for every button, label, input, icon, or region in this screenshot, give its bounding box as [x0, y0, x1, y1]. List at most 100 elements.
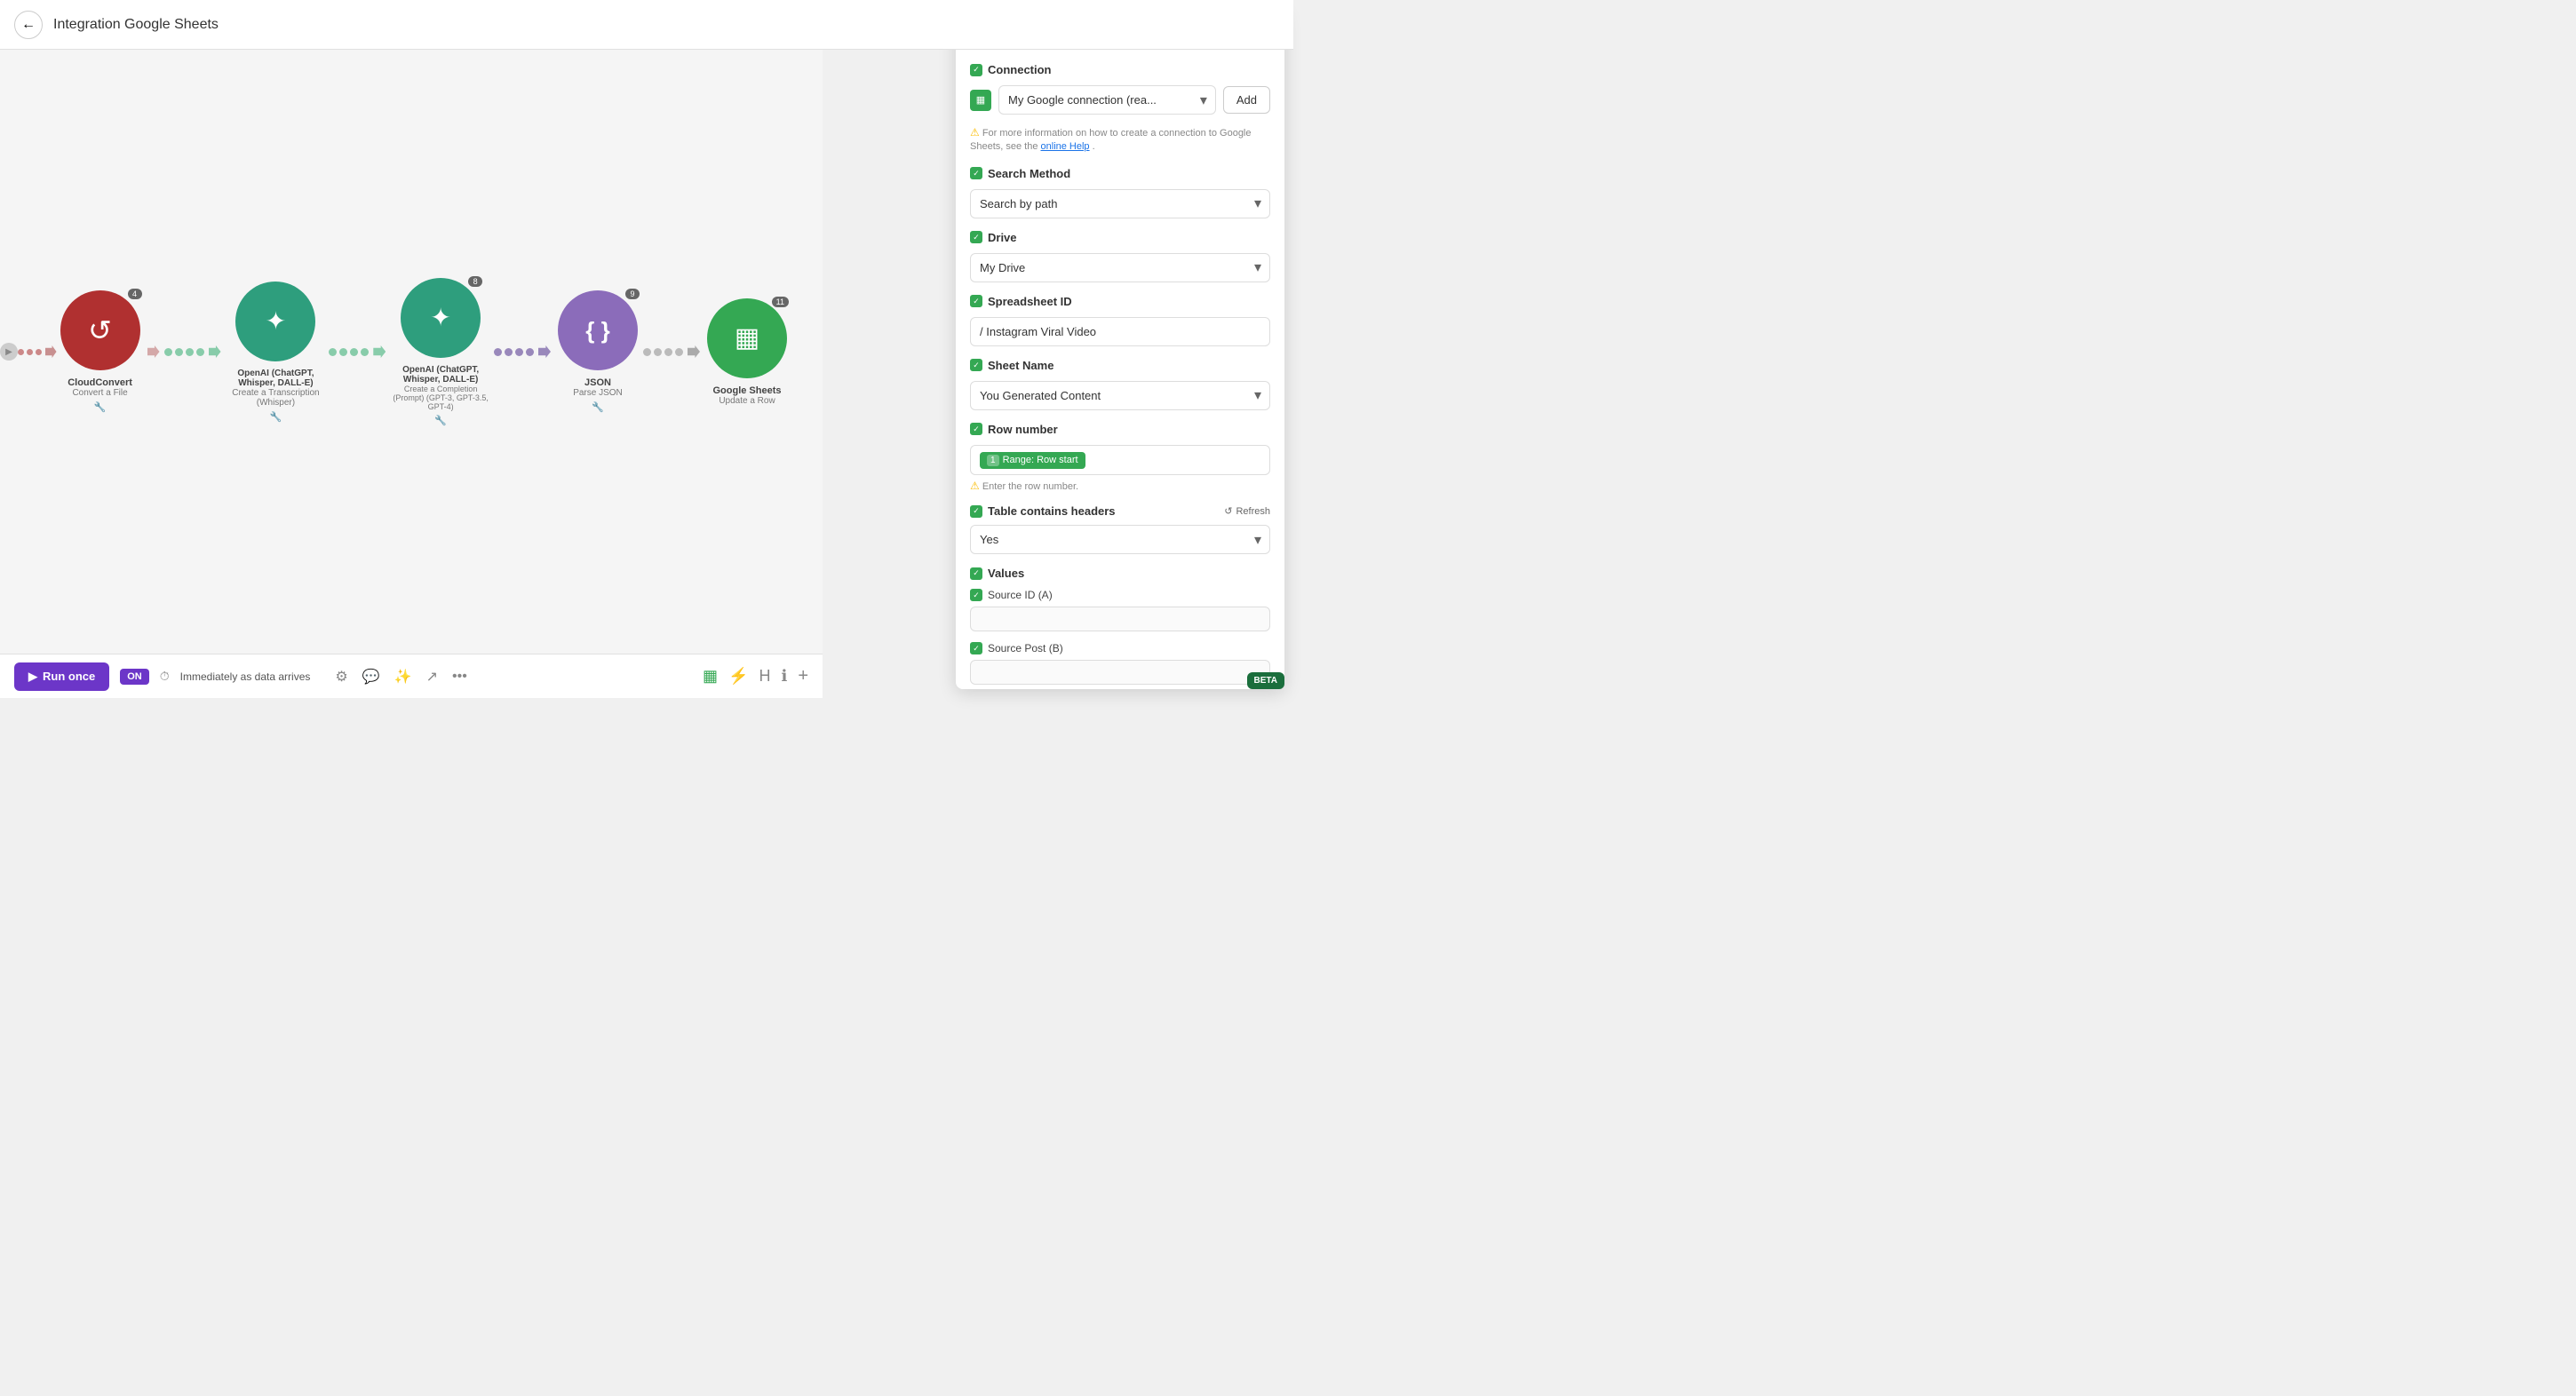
source-post-checkbox[interactable]: [970, 642, 982, 654]
online-help-link[interactable]: online Help: [1041, 141, 1090, 152]
source-id-input[interactable]: [970, 607, 1270, 631]
node-json[interactable]: { } 9 JSON Parse JSON 🔧: [558, 290, 638, 413]
dot: [675, 348, 683, 356]
schedule-label: Immediately as data arrives: [180, 670, 311, 683]
gear-icon[interactable]: ⚙: [335, 668, 347, 686]
schedule-icon: ⏱: [160, 669, 170, 684]
spreadsheet-input[interactable]: [970, 317, 1270, 346]
arrow-connector: [45, 345, 57, 358]
node-label-cloudconvert: CloudConvert: [68, 377, 132, 388]
node-label-openai1: OpenAI (ChatGPT, Whisper, DALL-E): [228, 369, 324, 388]
node-badge-cloudconvert: 4: [128, 289, 142, 299]
wrench-openai2: 🔧: [434, 415, 447, 426]
spreadsheet-section-header: Spreadsheet ID: [970, 295, 1270, 308]
play-icon: ▶: [28, 670, 37, 684]
google-sheets-panel: ▦ Google Sheets ⋮ ⤢ ? ✕ Connection ▦ My …: [956, 9, 1284, 689]
back-button[interactable]: ←: [14, 11, 43, 39]
row-number-checkbox[interactable]: [970, 423, 982, 435]
magic-icon[interactable]: ✨: [394, 668, 412, 686]
value-row-source-post: Source Post (B): [970, 642, 1270, 685]
add-connection-button[interactable]: Add: [1223, 86, 1270, 114]
bottom-toolbar: ▶ Run once ON ⏱ Immediately as data arri…: [0, 654, 823, 698]
source-post-input[interactable]: [970, 660, 1270, 685]
row-number-field: 1 Range: Row start ⚠ Enter the row numbe…: [970, 445, 1270, 494]
sheet-name-select[interactable]: You Generated Content: [970, 381, 1270, 410]
arrow-c5: [538, 345, 551, 358]
refresh-icon: ↺: [1224, 505, 1232, 517]
connection-select-wrapper: My Google connection (rea...: [998, 85, 1216, 115]
sheets-icon[interactable]: ▦: [703, 667, 718, 686]
row-number-section-header: Row number: [970, 423, 1270, 436]
search-method-title: Search Method: [988, 167, 1070, 180]
node-google-sheets[interactable]: ▦ 11 Google Sheets Update a Row: [707, 298, 787, 406]
values-checkbox[interactable]: [970, 567, 982, 580]
gsheets-icon: ▦: [735, 322, 759, 353]
dots-3: [329, 345, 387, 358]
dot: [36, 349, 42, 355]
right-toolbar-icons: ▦ ⚡ H ℹ +: [703, 666, 808, 686]
dots-2: [146, 345, 223, 358]
source-post-label: Source Post (B): [988, 642, 1063, 654]
drive-section-header: Drive: [970, 231, 1270, 244]
values-title: Values: [988, 567, 1024, 580]
table-headers-select[interactable]: Yes: [970, 525, 1270, 554]
dot: [164, 348, 172, 356]
workflow-canvas: ▶ ↺ 4 CloudConvert Convert a File 🔧: [0, 50, 823, 654]
values-section-header: Values: [970, 567, 1270, 580]
table-headers-checkbox[interactable]: [970, 505, 982, 518]
node-circle-openai1: ✦: [235, 282, 315, 361]
gs-icon-conn: ▦: [970, 90, 991, 111]
drive-field: My Drive: [970, 253, 1270, 282]
refresh-button[interactable]: ↺ Refresh: [1224, 505, 1270, 517]
info-icon[interactable]: ℹ: [781, 667, 787, 686]
source-id-checkbox[interactable]: [970, 589, 982, 601]
dot: [526, 348, 534, 356]
toolbar-icons: ⚙ 💬 ✨ ↗ •••: [335, 668, 466, 686]
h-icon[interactable]: H: [759, 667, 770, 686]
node-openai1[interactable]: ✦ OpenAI (ChatGPT, Whisper, DALL-E) Crea…: [228, 282, 324, 423]
openai2-icon: ✦: [430, 303, 450, 332]
chat-icon[interactable]: 💬: [362, 668, 380, 686]
node-label-json: JSON: [584, 377, 611, 388]
source-id-label: Source ID (A): [988, 589, 1053, 601]
node-sublabel-gsheets: Update a Row: [719, 396, 775, 406]
node-circle-cloudconvert: ↺: [60, 290, 140, 370]
sheet-name-checkbox[interactable]: [970, 359, 982, 371]
table-headers-select-wrapper: Yes: [970, 525, 1270, 554]
dot: [175, 348, 183, 356]
beta-badge: BETA: [1247, 672, 1284, 689]
add-icon[interactable]: +: [798, 666, 808, 686]
wrench-openai1: 🔧: [270, 411, 282, 423]
source-post-checkbox-row: Source Post (B): [970, 642, 1270, 654]
dot: [494, 348, 502, 356]
connection-title: Connection: [988, 63, 1052, 76]
node-badge-json: 9: [625, 289, 640, 299]
arrow-c3: [209, 345, 221, 358]
topbar: ← Integration Google Sheets: [0, 0, 1293, 50]
dot: [329, 348, 337, 356]
dot: [643, 348, 651, 356]
node-openai2[interactable]: ✦ 8 OpenAI (ChatGPT, Whisper, DALL-E) Cr…: [393, 278, 489, 426]
spreadsheet-field: [970, 317, 1270, 346]
row-number-chip-container[interactable]: 1 Range: Row start: [970, 445, 1270, 475]
left-edge-connector: ▶: [0, 343, 18, 361]
search-method-checkbox[interactable]: [970, 167, 982, 179]
connection-checkbox[interactable]: [970, 64, 982, 76]
more-icon[interactable]: •••: [452, 669, 467, 685]
drive-select[interactable]: My Drive: [970, 253, 1270, 282]
spreadsheet-checkbox[interactable]: [970, 295, 982, 307]
share-icon[interactable]: ↗: [426, 668, 438, 686]
zap-icon[interactable]: ⚡: [728, 667, 748, 686]
drive-checkbox[interactable]: [970, 231, 982, 243]
node-badge-openai2: 8: [468, 276, 482, 287]
connection-field: ▦ My Google connection (rea... Add: [970, 85, 1270, 115]
connection-select[interactable]: My Google connection (rea...: [998, 85, 1216, 115]
run-once-button[interactable]: ▶ Run once: [14, 662, 109, 691]
node-cloudconvert[interactable]: ↺ 4 CloudConvert Convert a File 🔧: [60, 290, 140, 413]
arrow-c4: [373, 345, 386, 358]
search-method-select[interactable]: Search by path: [970, 189, 1270, 218]
on-toggle[interactable]: ON: [120, 669, 149, 685]
node-sublabel-openai1: Create a Transcription (Whisper): [228, 388, 324, 408]
node-label-gsheets: Google Sheets: [712, 385, 781, 396]
value-row-source-id: Source ID (A): [970, 589, 1270, 631]
